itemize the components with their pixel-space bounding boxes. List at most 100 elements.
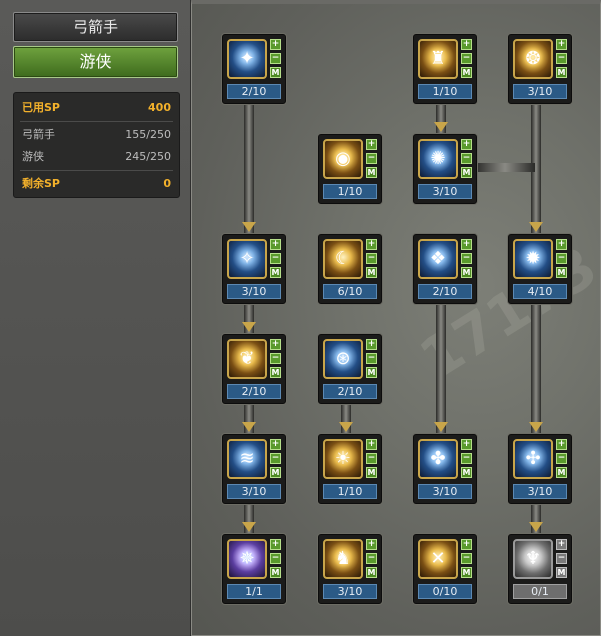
skill-minus-button[interactable]: − bbox=[270, 553, 281, 564]
skill-plus-button[interactable]: + bbox=[366, 439, 377, 450]
skill-minus-button[interactable]: − bbox=[366, 453, 377, 464]
skill-minus-button[interactable]: − bbox=[461, 153, 472, 164]
skill-master-button[interactable]: M bbox=[366, 267, 377, 278]
skill-slot-r5c2[interactable]: ☀ + − M 1/10 bbox=[318, 434, 382, 504]
skill-minus-button[interactable]: − bbox=[270, 353, 281, 364]
tab-class-archer[interactable]: 弓箭手 bbox=[13, 12, 178, 42]
sp-class-label: 弓箭手 bbox=[22, 128, 55, 141]
skill-master-button[interactable]: M bbox=[270, 267, 281, 278]
skill-slot-r5c1[interactable]: ≋ + − M 3/10 bbox=[222, 434, 286, 504]
skill-plus-button[interactable]: + bbox=[270, 539, 281, 550]
skill-icon[interactable]: ☀ bbox=[323, 439, 363, 479]
skill-slot-r2c2[interactable]: ◉ + − M 1/10 bbox=[318, 134, 382, 204]
skill-slot-r3c3[interactable]: ❖ + − M 2/10 bbox=[413, 234, 477, 304]
skill-slot-r3c2[interactable]: ☾ + − M 6/10 bbox=[318, 234, 382, 304]
skill-plus-button[interactable]: + bbox=[556, 39, 567, 50]
skill-slot-r1c3[interactable]: ♜ + − M 1/10 bbox=[413, 34, 477, 104]
skill-plus-button[interactable]: + bbox=[461, 439, 472, 450]
skill-icon[interactable]: ♜ bbox=[418, 39, 458, 79]
skill-slot-r5c3[interactable]: ✤ + − M 3/10 bbox=[413, 434, 477, 504]
skill-master-button[interactable]: M bbox=[461, 567, 472, 578]
skill-icon[interactable]: ≋ bbox=[227, 439, 267, 479]
skill-minus-button[interactable]: − bbox=[366, 153, 377, 164]
skill-plus-button[interactable]: + bbox=[270, 39, 281, 50]
skill-slot-r1c4[interactable]: ❂ + − M 3/10 bbox=[508, 34, 572, 104]
skill-plus-button[interactable]: + bbox=[270, 339, 281, 350]
skill-level-label: 1/10 bbox=[418, 84, 472, 99]
skill-icon[interactable]: ✣ bbox=[513, 439, 553, 479]
skill-plus-button[interactable]: + bbox=[270, 439, 281, 450]
skill-plus-button[interactable]: + bbox=[366, 339, 377, 350]
skill-minus-button[interactable]: − bbox=[270, 253, 281, 264]
skill-slot-r3c4[interactable]: ✹ + − M 4/10 bbox=[508, 234, 572, 304]
skill-slot-r6c1[interactable]: ✵ + − M 1/1 bbox=[222, 534, 286, 604]
skill-master-button[interactable]: M bbox=[556, 67, 567, 78]
skill-plus-button[interactable]: + bbox=[556, 239, 567, 250]
skill-plus-button[interactable]: + bbox=[461, 239, 472, 250]
skill-icon[interactable]: ✹ bbox=[513, 239, 553, 279]
skill-minus-button[interactable]: − bbox=[556, 453, 567, 464]
skill-slot-r3c1[interactable]: ✧ + − M 3/10 bbox=[222, 234, 286, 304]
skill-plus-button[interactable]: + bbox=[366, 239, 377, 250]
skill-master-button[interactable]: M bbox=[366, 367, 377, 378]
skill-plus-button[interactable]: + bbox=[556, 539, 567, 550]
skill-master-button[interactable]: M bbox=[270, 67, 281, 78]
skill-master-button[interactable]: M bbox=[461, 267, 472, 278]
skill-plus-button[interactable]: + bbox=[461, 539, 472, 550]
skill-minus-button[interactable]: − bbox=[366, 353, 377, 364]
skill-slot-r6c2[interactable]: ♞ + − M 3/10 bbox=[318, 534, 382, 604]
skill-master-button[interactable]: M bbox=[461, 467, 472, 478]
skill-master-button[interactable]: M bbox=[270, 567, 281, 578]
skill-master-button[interactable]: M bbox=[556, 267, 567, 278]
skill-minus-button[interactable]: − bbox=[556, 553, 567, 564]
skill-plus-button[interactable]: + bbox=[366, 139, 377, 150]
skill-icon[interactable]: ✺ bbox=[418, 139, 458, 179]
skill-minus-button[interactable]: − bbox=[461, 553, 472, 564]
skill-minus-button[interactable]: − bbox=[461, 53, 472, 64]
skill-icon[interactable]: ❖ bbox=[418, 239, 458, 279]
skill-master-button[interactable]: M bbox=[366, 467, 377, 478]
skill-minus-button[interactable]: − bbox=[556, 53, 567, 64]
skill-slot-r5c4[interactable]: ✣ + − M 3/10 bbox=[508, 434, 572, 504]
skill-icon[interactable]: ⊛ bbox=[323, 339, 363, 379]
skill-icon[interactable]: ✕ bbox=[418, 539, 458, 579]
skill-slot-r1c1[interactable]: ✦ + − M 2/10 bbox=[222, 34, 286, 104]
skill-master-button[interactable]: M bbox=[556, 467, 567, 478]
skill-slot-r6c4[interactable]: ♆ + − M 0/1 bbox=[508, 534, 572, 604]
skill-master-button[interactable]: M bbox=[270, 367, 281, 378]
skill-plus-button[interactable]: + bbox=[270, 239, 281, 250]
skill-plus-button[interactable]: + bbox=[461, 139, 472, 150]
skill-plus-button[interactable]: + bbox=[461, 39, 472, 50]
skill-icon[interactable]: ♞ bbox=[323, 539, 363, 579]
tab-subclass-ranger[interactable]: 游侠 bbox=[13, 46, 178, 78]
sp-subclass-label: 游侠 bbox=[22, 150, 44, 163]
skill-minus-button[interactable]: − bbox=[366, 553, 377, 564]
skill-minus-button[interactable]: − bbox=[556, 253, 567, 264]
skill-master-button[interactable]: M bbox=[461, 167, 472, 178]
skill-icon[interactable]: ♆ bbox=[513, 539, 553, 579]
skill-icon[interactable]: ✦ bbox=[227, 39, 267, 79]
skill-master-button[interactable]: M bbox=[556, 567, 567, 578]
skill-plus-button[interactable]: + bbox=[366, 539, 377, 550]
skill-slot-r4c2[interactable]: ⊛ + − M 2/10 bbox=[318, 334, 382, 404]
skill-minus-button[interactable]: − bbox=[270, 453, 281, 464]
skill-icon[interactable]: ✵ bbox=[227, 539, 267, 579]
skill-slot-r6c3[interactable]: ✕ + − M 0/10 bbox=[413, 534, 477, 604]
skill-slot-r4c1[interactable]: ❦ + − M 2/10 bbox=[222, 334, 286, 404]
skill-minus-button[interactable]: − bbox=[461, 253, 472, 264]
skill-master-button[interactable]: M bbox=[270, 467, 281, 478]
skill-minus-button[interactable]: − bbox=[461, 453, 472, 464]
skill-icon[interactable]: ◉ bbox=[323, 139, 363, 179]
skill-icon[interactable]: ✤ bbox=[418, 439, 458, 479]
skill-master-button[interactable]: M bbox=[461, 67, 472, 78]
skill-master-button[interactable]: M bbox=[366, 167, 377, 178]
skill-minus-button[interactable]: − bbox=[270, 53, 281, 64]
skill-minus-button[interactable]: − bbox=[366, 253, 377, 264]
skill-icon[interactable]: ❦ bbox=[227, 339, 267, 379]
skill-master-button[interactable]: M bbox=[366, 567, 377, 578]
skill-slot-r2c3[interactable]: ✺ + − M 3/10 bbox=[413, 134, 477, 204]
skill-icon[interactable]: ☾ bbox=[323, 239, 363, 279]
skill-plus-button[interactable]: + bbox=[556, 439, 567, 450]
skill-icon[interactable]: ❂ bbox=[513, 39, 553, 79]
skill-icon[interactable]: ✧ bbox=[227, 239, 267, 279]
